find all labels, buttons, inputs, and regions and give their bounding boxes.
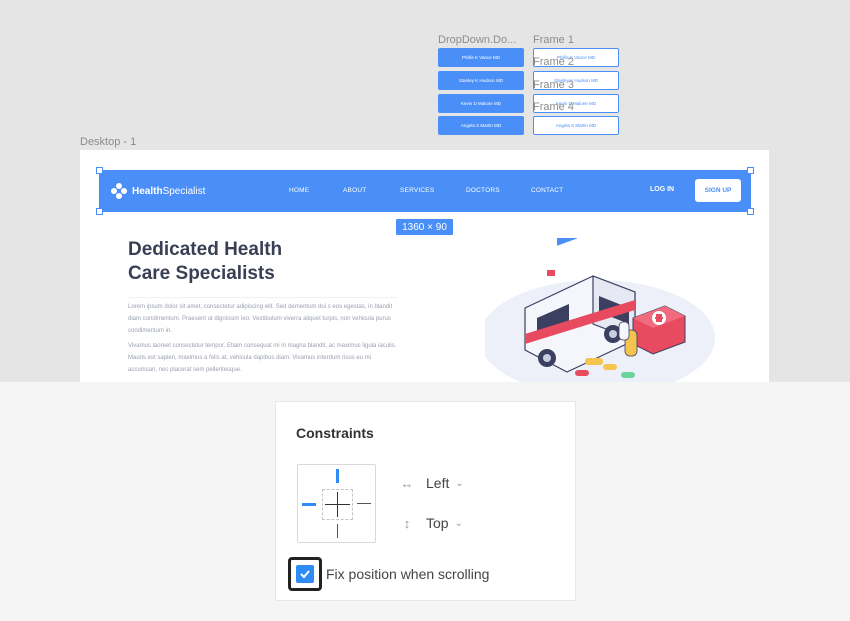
- constraints-title: Constraints: [296, 425, 374, 441]
- desktop-frame-label[interactable]: Desktop - 1: [80, 136, 136, 148]
- dropdown-item[interactable]: Kevin D Malone MD: [438, 94, 524, 113]
- signup-button[interactable]: SIGN UP: [695, 179, 741, 202]
- resize-handle-top-right[interactable]: [747, 167, 754, 174]
- constraint-bottom-line[interactable]: [337, 524, 338, 538]
- dropdown-item[interactable]: Stanley K Hudson MD: [438, 71, 524, 90]
- site-logo[interactable]: HealthSpecialist: [111, 183, 205, 199]
- resize-handle-top-left[interactable]: [96, 167, 103, 174]
- constraint-left-line[interactable]: [302, 503, 316, 506]
- logo-mark-icon: [111, 183, 127, 199]
- navbar[interactable]: HealthSpecialist HOME ABOUT SERVICES DOC…: [96, 167, 754, 215]
- desktop-frame[interactable]: HealthSpecialist HOME ABOUT SERVICES DOC…: [80, 150, 769, 382]
- ambulance-illustration: [485, 238, 715, 382]
- dropdown-item[interactable]: Phillis K Vance MD: [438, 48, 524, 67]
- hero-paragraph-2: Vivamus laoreet consectetur tempor. Etia…: [128, 343, 397, 373]
- frame-2-label[interactable]: Frame 2: [533, 56, 574, 68]
- hero-divider: [128, 297, 398, 298]
- design-canvas[interactable]: DropDown.Do... Frame 1 Phillis K Vance M…: [0, 0, 850, 382]
- nav-home[interactable]: HOME: [289, 187, 309, 194]
- constraint-center-v[interactable]: [337, 492, 338, 517]
- nav-contact[interactable]: CONTACT: [531, 187, 563, 194]
- constraint-top-line[interactable]: [336, 469, 339, 483]
- vertical-constraint-select[interactable]: ↕ Top ⌄: [398, 513, 463, 533]
- fix-position-checkbox[interactable]: [288, 557, 322, 591]
- hero-title-line-1: Dedicated Health: [128, 239, 283, 260]
- size-badge: 1360 × 90: [396, 219, 453, 235]
- hero-title-line-2: Care Specialists: [128, 263, 275, 284]
- fix-position-row[interactable]: Fix position when scrolling: [288, 557, 489, 591]
- nav-services[interactable]: SERVICES: [400, 187, 434, 194]
- chevron-down-icon: ⌄: [454, 517, 463, 529]
- frame-1-label[interactable]: Frame 1: [533, 34, 574, 46]
- horizontal-arrows-icon: ↔: [400, 475, 414, 491]
- resize-handle-bottom-left[interactable]: [96, 208, 103, 215]
- login-link[interactable]: LOG IN: [650, 186, 674, 193]
- frame-3-label[interactable]: Frame 3: [533, 79, 574, 91]
- logo-text-bold: Health: [132, 185, 163, 197]
- nav-about[interactable]: ABOUT: [343, 187, 366, 194]
- vertical-constraint-value: Top: [426, 515, 449, 531]
- vertical-arrows-icon: ↕: [403, 515, 411, 531]
- horizontal-constraint-value: Left: [426, 475, 450, 491]
- checkmark-icon: [296, 565, 314, 583]
- dropdown-frame-label[interactable]: DropDown.Do...: [438, 34, 516, 46]
- chevron-down-icon: ⌄: [455, 477, 464, 489]
- hero-title: Dedicated Health Care Specialists: [128, 238, 388, 286]
- constraint-widget[interactable]: [297, 464, 376, 543]
- resize-handle-bottom-right[interactable]: [747, 208, 754, 215]
- frame-item[interactable]: Angela S Martin MD: [533, 116, 619, 135]
- frame-4-label[interactable]: Frame 4: [533, 101, 574, 113]
- logo-text-rest: Specialist: [162, 185, 206, 197]
- fix-position-label: Fix position when scrolling: [326, 566, 490, 582]
- dropdown-item[interactable]: Angela S Martin MD: [438, 116, 524, 135]
- hero-paragraph-1: Lorem ipsum dolor sit amet, consectetur …: [128, 304, 393, 334]
- constraints-panel: Constraints ↔ Left ⌄ ↕ Top ⌄ Fix positio…: [275, 401, 576, 601]
- constraint-right-line[interactable]: [357, 503, 371, 504]
- nav-doctors[interactable]: DOCTORS: [466, 187, 500, 194]
- logo-text: HealthSpecialist: [132, 186, 205, 197]
- horizontal-constraint-select[interactable]: ↔ Left ⌄: [398, 473, 464, 493]
